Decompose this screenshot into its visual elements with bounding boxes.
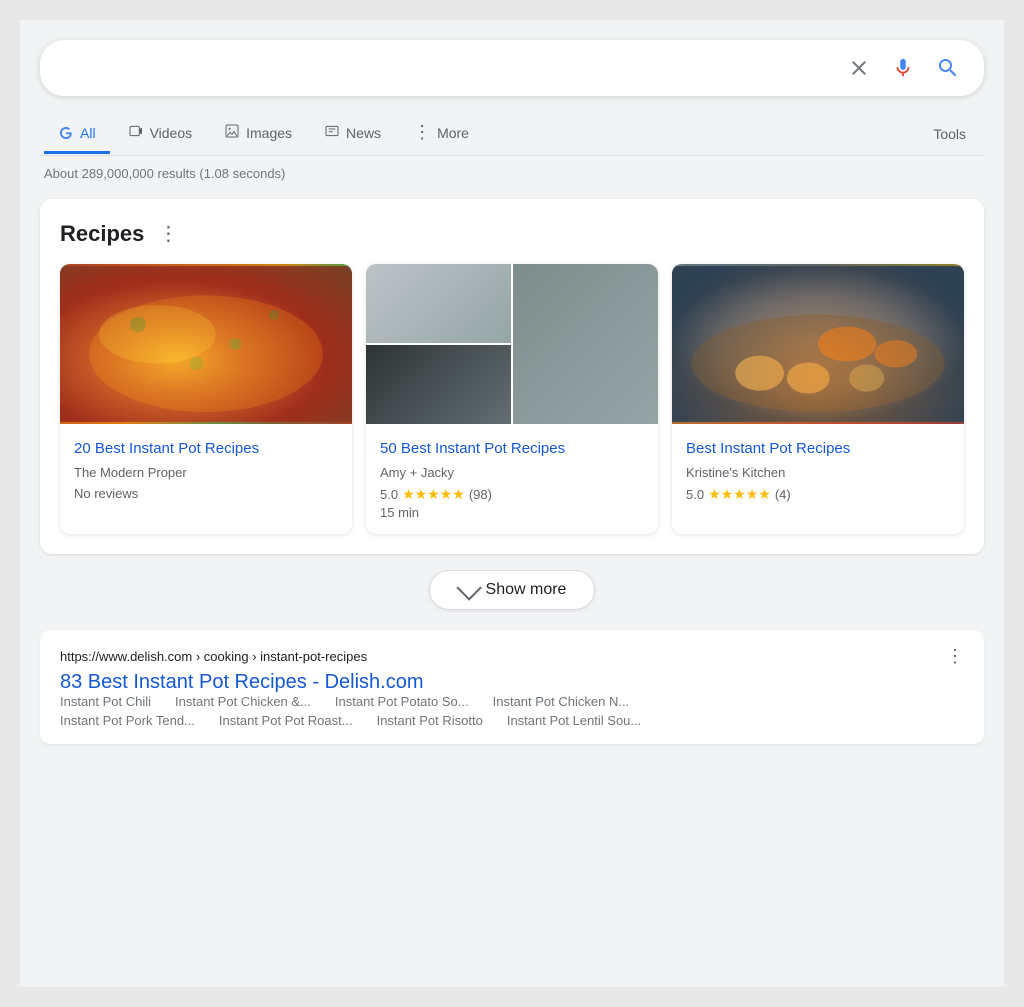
tab-more[interactable]: ⋮ More	[399, 112, 483, 156]
tab-all[interactable]: All	[44, 115, 110, 154]
results-count: About 289,000,000 results (1.08 seconds)	[40, 166, 984, 181]
web-result-link-8[interactable]: Instant Pot Lentil Sou...	[507, 713, 641, 728]
recipe-card-1-reviews: No reviews	[74, 486, 338, 501]
tab-images-label: Images	[246, 125, 292, 141]
web-result-title[interactable]: 83 Best Instant Pot Recipes - Delish.com	[60, 671, 424, 693]
voice-search-button[interactable]	[888, 53, 918, 83]
recipe-card-3-source: Kristine's Kitchen	[686, 465, 950, 480]
recipe-card-2-rating: 5.0	[380, 487, 398, 502]
recipe-card-2-time: 15 min	[380, 505, 644, 520]
collage-cell-3	[366, 345, 511, 424]
tools-button[interactable]: Tools	[919, 116, 980, 152]
recipes-header: Recipes ⋮	[60, 219, 964, 248]
recipe-card-3-rating: 5.0	[686, 487, 704, 502]
x-icon	[848, 57, 870, 79]
all-icon	[58, 125, 74, 141]
search-input[interactable]: instant pot recipes	[60, 58, 844, 79]
web-result-menu-icon[interactable]: ⋮	[946, 646, 964, 667]
recipe-card-3-count: (4)	[775, 487, 791, 502]
recipe-image-stew	[672, 264, 964, 424]
recipe-card-2-source: Amy + Jacky	[380, 465, 644, 480]
tab-news-label: News	[346, 125, 381, 141]
web-result-url-row: https://www.delish.com › cooking › insta…	[60, 646, 964, 667]
recipe-card-2[interactable]: 50 Best Instant Pot Recipes Amy + Jacky …	[366, 264, 658, 534]
recipes-title: Recipes	[60, 221, 144, 247]
web-result-link-1[interactable]: Instant Pot Chili	[60, 694, 151, 709]
recipe-card-2-stars: ★★★★★	[402, 486, 465, 503]
tab-more-label: More	[437, 125, 469, 141]
recipe-card-3[interactable]: Best Instant Pot Recipes Kristine's Kitc…	[672, 264, 964, 534]
nav-tabs: All Videos Images News ⋮ More Tools	[40, 112, 984, 156]
stew-img-svg	[672, 264, 964, 424]
video-icon	[128, 123, 144, 142]
recipes-menu-button[interactable]: ⋮	[154, 219, 182, 248]
web-result-link-5[interactable]: Instant Pot Pork Tend...	[60, 713, 195, 728]
collage-cell-1	[366, 264, 511, 343]
recipe-image-collage	[366, 264, 658, 424]
chevron-down-icon	[456, 575, 481, 600]
recipe-card-2-count: (98)	[469, 487, 492, 502]
recipe-card-3-title[interactable]: Best Instant Pot Recipes	[686, 438, 950, 459]
show-more-label: Show more	[486, 581, 567, 599]
recipe-card-2-rating-row: 5.0 ★★★★★ (98)	[380, 486, 644, 503]
tab-videos-label: Videos	[150, 125, 193, 141]
google-g-icon	[58, 125, 74, 141]
web-result-url: https://www.delish.com › cooking › insta…	[60, 649, 367, 664]
web-result-links-row2: Instant Pot Pork Tend... Instant Pot Pot…	[60, 713, 964, 728]
recipe-card-3-stars: ★★★★★	[708, 486, 771, 503]
web-result-link-2[interactable]: Instant Pot Chicken &...	[175, 694, 311, 709]
tab-videos[interactable]: Videos	[114, 113, 207, 155]
tab-images[interactable]: Images	[210, 113, 306, 155]
tab-all-label: All	[80, 125, 96, 141]
web-result-link-4[interactable]: Instant Pot Chicken N...	[493, 694, 630, 709]
recipe-card-1-source: The Modern Proper	[74, 465, 338, 480]
recipe-card-1-title[interactable]: 20 Best Instant Pot Recipes	[74, 438, 338, 459]
web-result: https://www.delish.com › cooking › insta…	[40, 630, 984, 744]
more-dots-icon: ⋮	[413, 122, 431, 143]
news-icon	[324, 123, 340, 142]
search-bar: instant pot recipes	[40, 40, 984, 96]
recipe-card-1-body: 20 Best Instant Pot Recipes The Modern P…	[60, 424, 352, 515]
web-result-links-row1: Instant Pot Chili Instant Pot Chicken &.…	[60, 694, 964, 709]
search-icon-group	[844, 52, 964, 84]
recipe-card-3-body: Best Instant Pot Recipes Kristine's Kitc…	[672, 424, 964, 519]
recipe-image-chicken	[60, 264, 352, 424]
web-result-link-7[interactable]: Instant Pot Risotto	[377, 713, 483, 728]
search-button[interactable]	[932, 52, 964, 84]
page-container: instant pot recipes	[20, 20, 1004, 987]
collage-cell-2	[513, 264, 658, 424]
clear-button[interactable]	[844, 53, 874, 83]
recipe-card-2-body: 50 Best Instant Pot Recipes Amy + Jacky …	[366, 424, 658, 534]
web-result-link-3[interactable]: Instant Pot Potato So...	[335, 694, 469, 709]
recipes-section: Recipes ⋮	[40, 199, 984, 554]
mic-icon	[892, 57, 914, 79]
recipe-card-1[interactable]: 20 Best Instant Pot Recipes The Modern P…	[60, 264, 352, 534]
search-icon	[936, 56, 960, 80]
recipe-card-3-rating-row: 5.0 ★★★★★ (4)	[686, 486, 950, 503]
web-result-link-6[interactable]: Instant Pot Pot Roast...	[219, 713, 353, 728]
tab-news[interactable]: News	[310, 113, 395, 155]
show-more-container: Show more	[40, 570, 984, 610]
chicken-img-svg	[60, 264, 352, 424]
recipe-card-2-title[interactable]: 50 Best Instant Pot Recipes	[380, 438, 644, 459]
images-icon	[224, 123, 240, 142]
show-more-button[interactable]: Show more	[429, 570, 596, 610]
recipe-cards: 20 Best Instant Pot Recipes The Modern P…	[60, 264, 964, 534]
